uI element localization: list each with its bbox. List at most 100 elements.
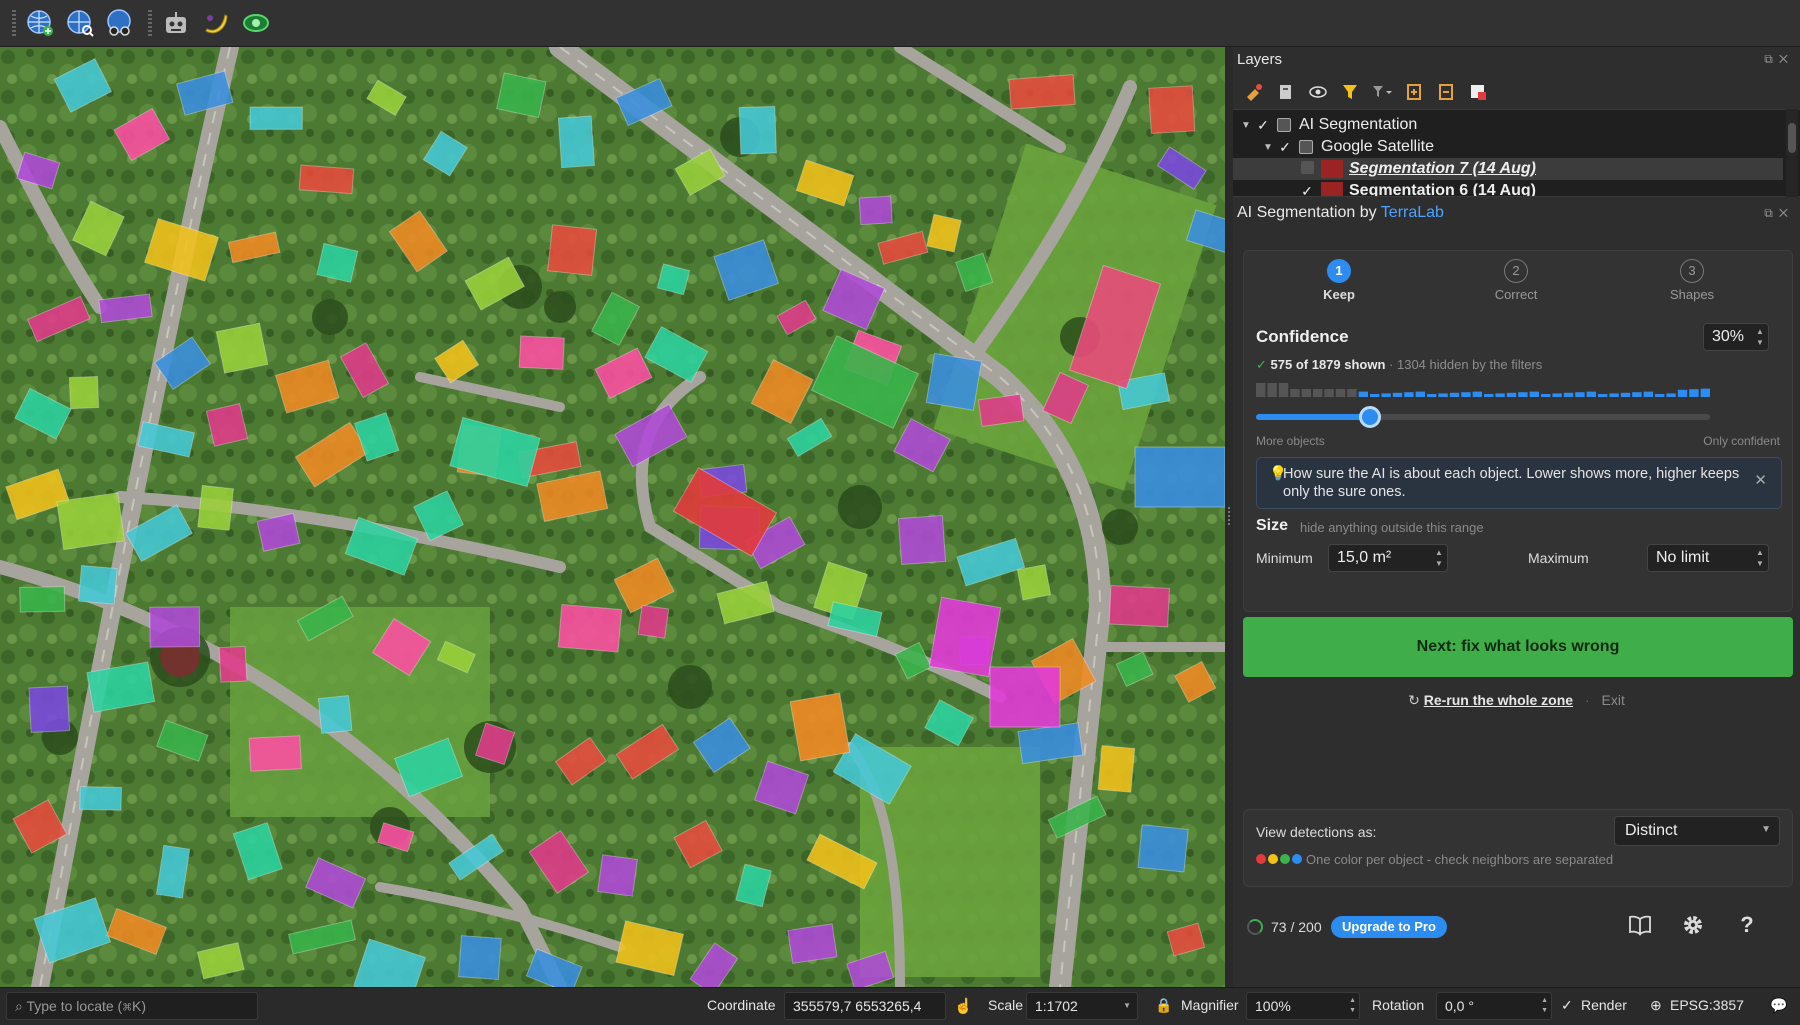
maximum-size-input[interactable]: No limit ▲ ▼ [1647, 544, 1769, 572]
expand-all-icon[interactable] [1403, 81, 1425, 103]
refresh-icon[interactable]: ↻ [1408, 692, 1420, 708]
terralab-link[interactable]: TerraLab [1381, 204, 1444, 221]
close-tip-icon[interactable]: ✕ [1754, 472, 1767, 490]
coordinate-field[interactable]: 355579,7 6553265,4 [784, 992, 946, 1020]
view-mode-select[interactable]: Distinct ▼ [1614, 816, 1780, 846]
plugin-dock-controls[interactable]: ⧉✕ [1764, 206, 1794, 221]
scrollbar-thumb[interactable] [1788, 123, 1796, 153]
messages-icon[interactable]: 💬 [1770, 997, 1787, 1014]
spin-arrows-icon[interactable]: ▲ ▼ [1433, 547, 1445, 569]
step-correct[interactable]: 2 Correct [1476, 259, 1556, 302]
segmentation-polygon[interactable] [518, 335, 565, 370]
locator-input[interactable]: ⌕ Type to locate (⌘K) [6, 992, 258, 1020]
help-icon[interactable]: ? [1733, 911, 1761, 939]
minimum-size-input[interactable]: 15,0 m² ▲ ▼ [1328, 544, 1448, 572]
segmentation-polygon[interactable] [1108, 585, 1171, 628]
segmentation-polygon[interactable] [789, 692, 851, 762]
collapse-all-icon[interactable] [1435, 81, 1457, 103]
step-shapes[interactable]: 3 Shapes [1652, 259, 1732, 302]
segmentation-polygon[interactable] [248, 735, 302, 772]
spin-arrows-icon[interactable]: ▲ ▼ [1541, 996, 1548, 1016]
toolbar-grip[interactable] [12, 10, 16, 36]
remove-layer-icon[interactable] [1467, 81, 1489, 103]
segmentation-polygon[interactable] [317, 695, 353, 734]
segmentation-polygon[interactable] [787, 923, 838, 964]
segmentation-polygon[interactable] [28, 685, 71, 733]
rerun-zone-link[interactable]: Re-run the whole zone [1424, 692, 1573, 708]
mouse-cursor-icon[interactable]: ☝ [954, 997, 973, 1015]
segmentation-polygon[interactable] [458, 935, 502, 981]
toolbar-grip-2[interactable] [148, 10, 152, 36]
upgrade-button[interactable]: Upgrade to Pro [1331, 916, 1447, 938]
slider-thumb[interactable] [1358, 406, 1381, 428]
segmentation-polygon[interactable] [197, 484, 235, 531]
filter-dropdown-icon[interactable] [1371, 81, 1393, 103]
segmentation-polygon[interactable] [149, 606, 201, 648]
banana-icon[interactable] [198, 5, 234, 41]
segmentation-polygon[interactable] [215, 322, 269, 374]
dock-splitter[interactable] [1225, 47, 1233, 987]
render-checkbox[interactable]: ✓ [1561, 997, 1573, 1014]
tree-row-google-satellite[interactable]: ▼ ✓ Google Satellite [1233, 136, 1783, 158]
segmentation-polygon[interactable] [1097, 745, 1136, 793]
segmentation-polygon[interactable] [218, 645, 248, 683]
style-manager-icon[interactable] [1243, 81, 1265, 103]
segmentation-polygon[interactable] [925, 352, 983, 411]
visibility-checkbox-unchecked[interactable] [1297, 161, 1317, 177]
segmentation-polygon[interactable] [897, 514, 947, 565]
exit-link[interactable]: Exit [1602, 692, 1625, 708]
book-icon[interactable] [1626, 911, 1654, 939]
add-xyz-globe-icon[interactable] [22, 5, 58, 41]
tree-row-segmentation-6[interactable]: ✓ Segmentation 6 (14 Aug) [1233, 180, 1783, 197]
add-group-icon[interactable] [1275, 81, 1297, 103]
visibility-checkbox[interactable]: ✓ [1253, 117, 1273, 134]
segmentation-polygon[interactable] [68, 375, 100, 410]
confidence-spinbox[interactable]: 30% ▲ ▼ [1703, 323, 1769, 351]
segmentation-polygon[interactable] [989, 666, 1061, 728]
crs-label[interactable]: EPSG:3857 [1670, 997, 1744, 1013]
segmentation-polygon[interactable] [557, 603, 623, 653]
spin-arrows-icon[interactable]: ▲ ▼ [1754, 547, 1766, 569]
visibility-checkbox[interactable]: ✓ [1297, 183, 1317, 197]
expand-arrow-icon[interactable]: ▼ [1261, 142, 1275, 153]
segmentation-polygon[interactable] [79, 785, 122, 811]
segmentation-polygon[interactable] [249, 106, 303, 130]
magnifier-input[interactable]: 100% ▲ ▼ [1246, 992, 1360, 1020]
segmentation-polygon[interactable] [547, 224, 598, 276]
segmentation-polygon[interactable] [858, 195, 893, 226]
segmentation-polygon[interactable] [1008, 74, 1076, 110]
robot-icon[interactable] [158, 5, 194, 41]
segmentation-polygon[interactable] [205, 403, 249, 447]
segmentation-polygon[interactable] [1134, 446, 1225, 508]
visibility-checkbox[interactable]: ✓ [1275, 139, 1295, 156]
map-canvas[interactable] [0, 47, 1225, 987]
spin-arrows-icon[interactable]: ▲ ▼ [1349, 996, 1356, 1016]
globe-search-icon[interactable] [62, 5, 98, 41]
segmentation-polygon[interactable] [597, 854, 638, 897]
segmentation-polygon[interactable] [977, 393, 1025, 427]
terralab-eye-icon[interactable] [238, 5, 274, 41]
layer-tree-scrollbar[interactable] [1786, 109, 1798, 197]
segmentation-polygon[interactable] [1137, 824, 1189, 873]
layers-dock-controls[interactable]: ⧉✕ [1764, 52, 1794, 67]
segmentation-polygon[interactable] [928, 596, 1002, 678]
gear-icon[interactable] [1679, 911, 1707, 939]
segmentation-polygon[interactable] [738, 105, 777, 155]
tree-row-segmentation-7[interactable]: Segmentation 7 (14 Aug) [1233, 158, 1783, 180]
segmentation-polygon[interactable] [78, 564, 118, 605]
confidence-slider[interactable] [1256, 406, 1710, 428]
lock-icon[interactable]: 🔒 [1155, 997, 1172, 1014]
segmentation-polygon[interactable] [19, 586, 66, 613]
tree-row-ai-segmentation[interactable]: ▼ ✓ AI Segmentation [1233, 114, 1783, 136]
segmentation-polygon[interactable] [637, 604, 670, 639]
segmentation-polygon[interactable] [557, 115, 595, 169]
next-fix-button[interactable]: Next: fix what looks wrong [1243, 617, 1793, 677]
segmentation-polygon[interactable] [1148, 85, 1196, 134]
globe-binoculars-icon[interactable] [102, 5, 138, 41]
filter-icon[interactable] [1339, 81, 1361, 103]
visibility-eye-icon[interactable] [1307, 81, 1329, 103]
segmentation-polygon[interactable] [56, 492, 126, 551]
segmentation-polygon[interactable] [298, 164, 355, 195]
step-keep[interactable]: 1 Keep [1299, 259, 1379, 302]
crs-globe-icon[interactable]: ⊕ [1650, 997, 1662, 1014]
